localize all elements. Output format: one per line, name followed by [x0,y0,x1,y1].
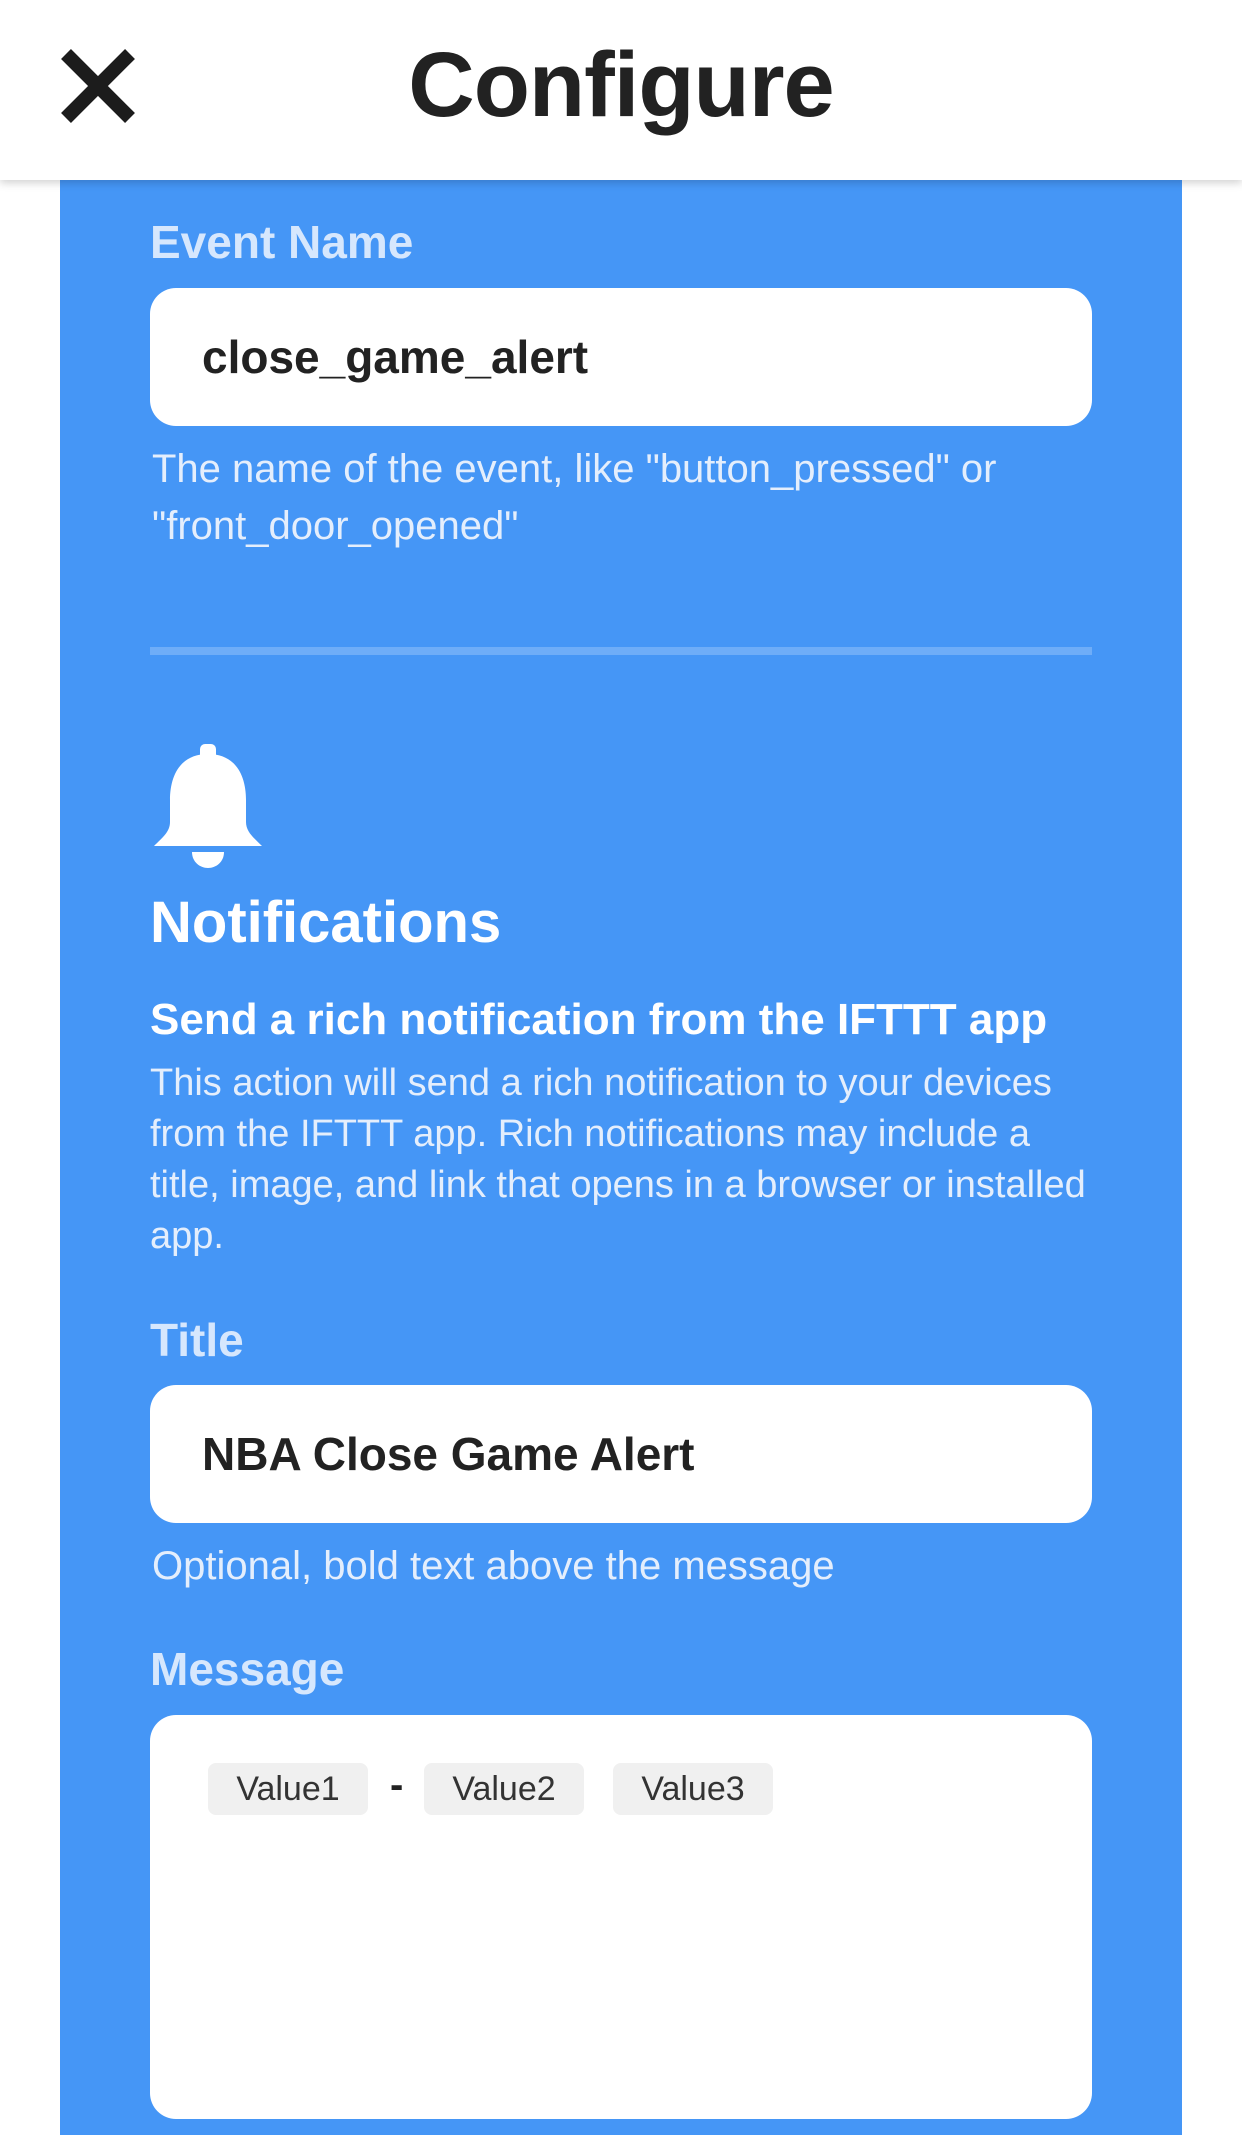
bell-icon [152,742,264,868]
title-field-helper: Optional, bold text above the message [152,1544,835,1588]
event-name-input[interactable]: close_game_alert [150,288,1092,426]
ingredient-token[interactable]: Value3 [613,1763,773,1815]
message-separator: - [390,1763,404,1807]
event-name-helper: The name of the event, like "button_pres… [152,447,997,548]
event-name-value: close_game_alert [202,331,589,383]
title-input[interactable]: NBA Close Game Alert [150,1385,1092,1523]
title-field-label: Title [150,1314,244,1366]
message-field-label: Message [150,1643,345,1695]
message-input[interactable]: Value1 - Value2 Value3 [150,1715,1092,2119]
section-divider [150,647,1092,655]
page-title: Configure [408,34,834,136]
service-name: Notifications [150,890,502,955]
configure-screen: Configure Event Name close_game_alert Th… [0,0,1242,2135]
action-title: Send a rich notification from the IFTTT … [150,995,1048,1044]
top-bar: Configure [0,0,1242,180]
ingredient-token[interactable]: Value1 [208,1763,368,1815]
event-name-label: Event Name [150,216,414,268]
ingredient-token[interactable]: Value2 [424,1763,584,1815]
action-description: This action will send a rich notificatio… [150,1062,1086,1257]
title-value: NBA Close Game Alert [202,1428,695,1480]
